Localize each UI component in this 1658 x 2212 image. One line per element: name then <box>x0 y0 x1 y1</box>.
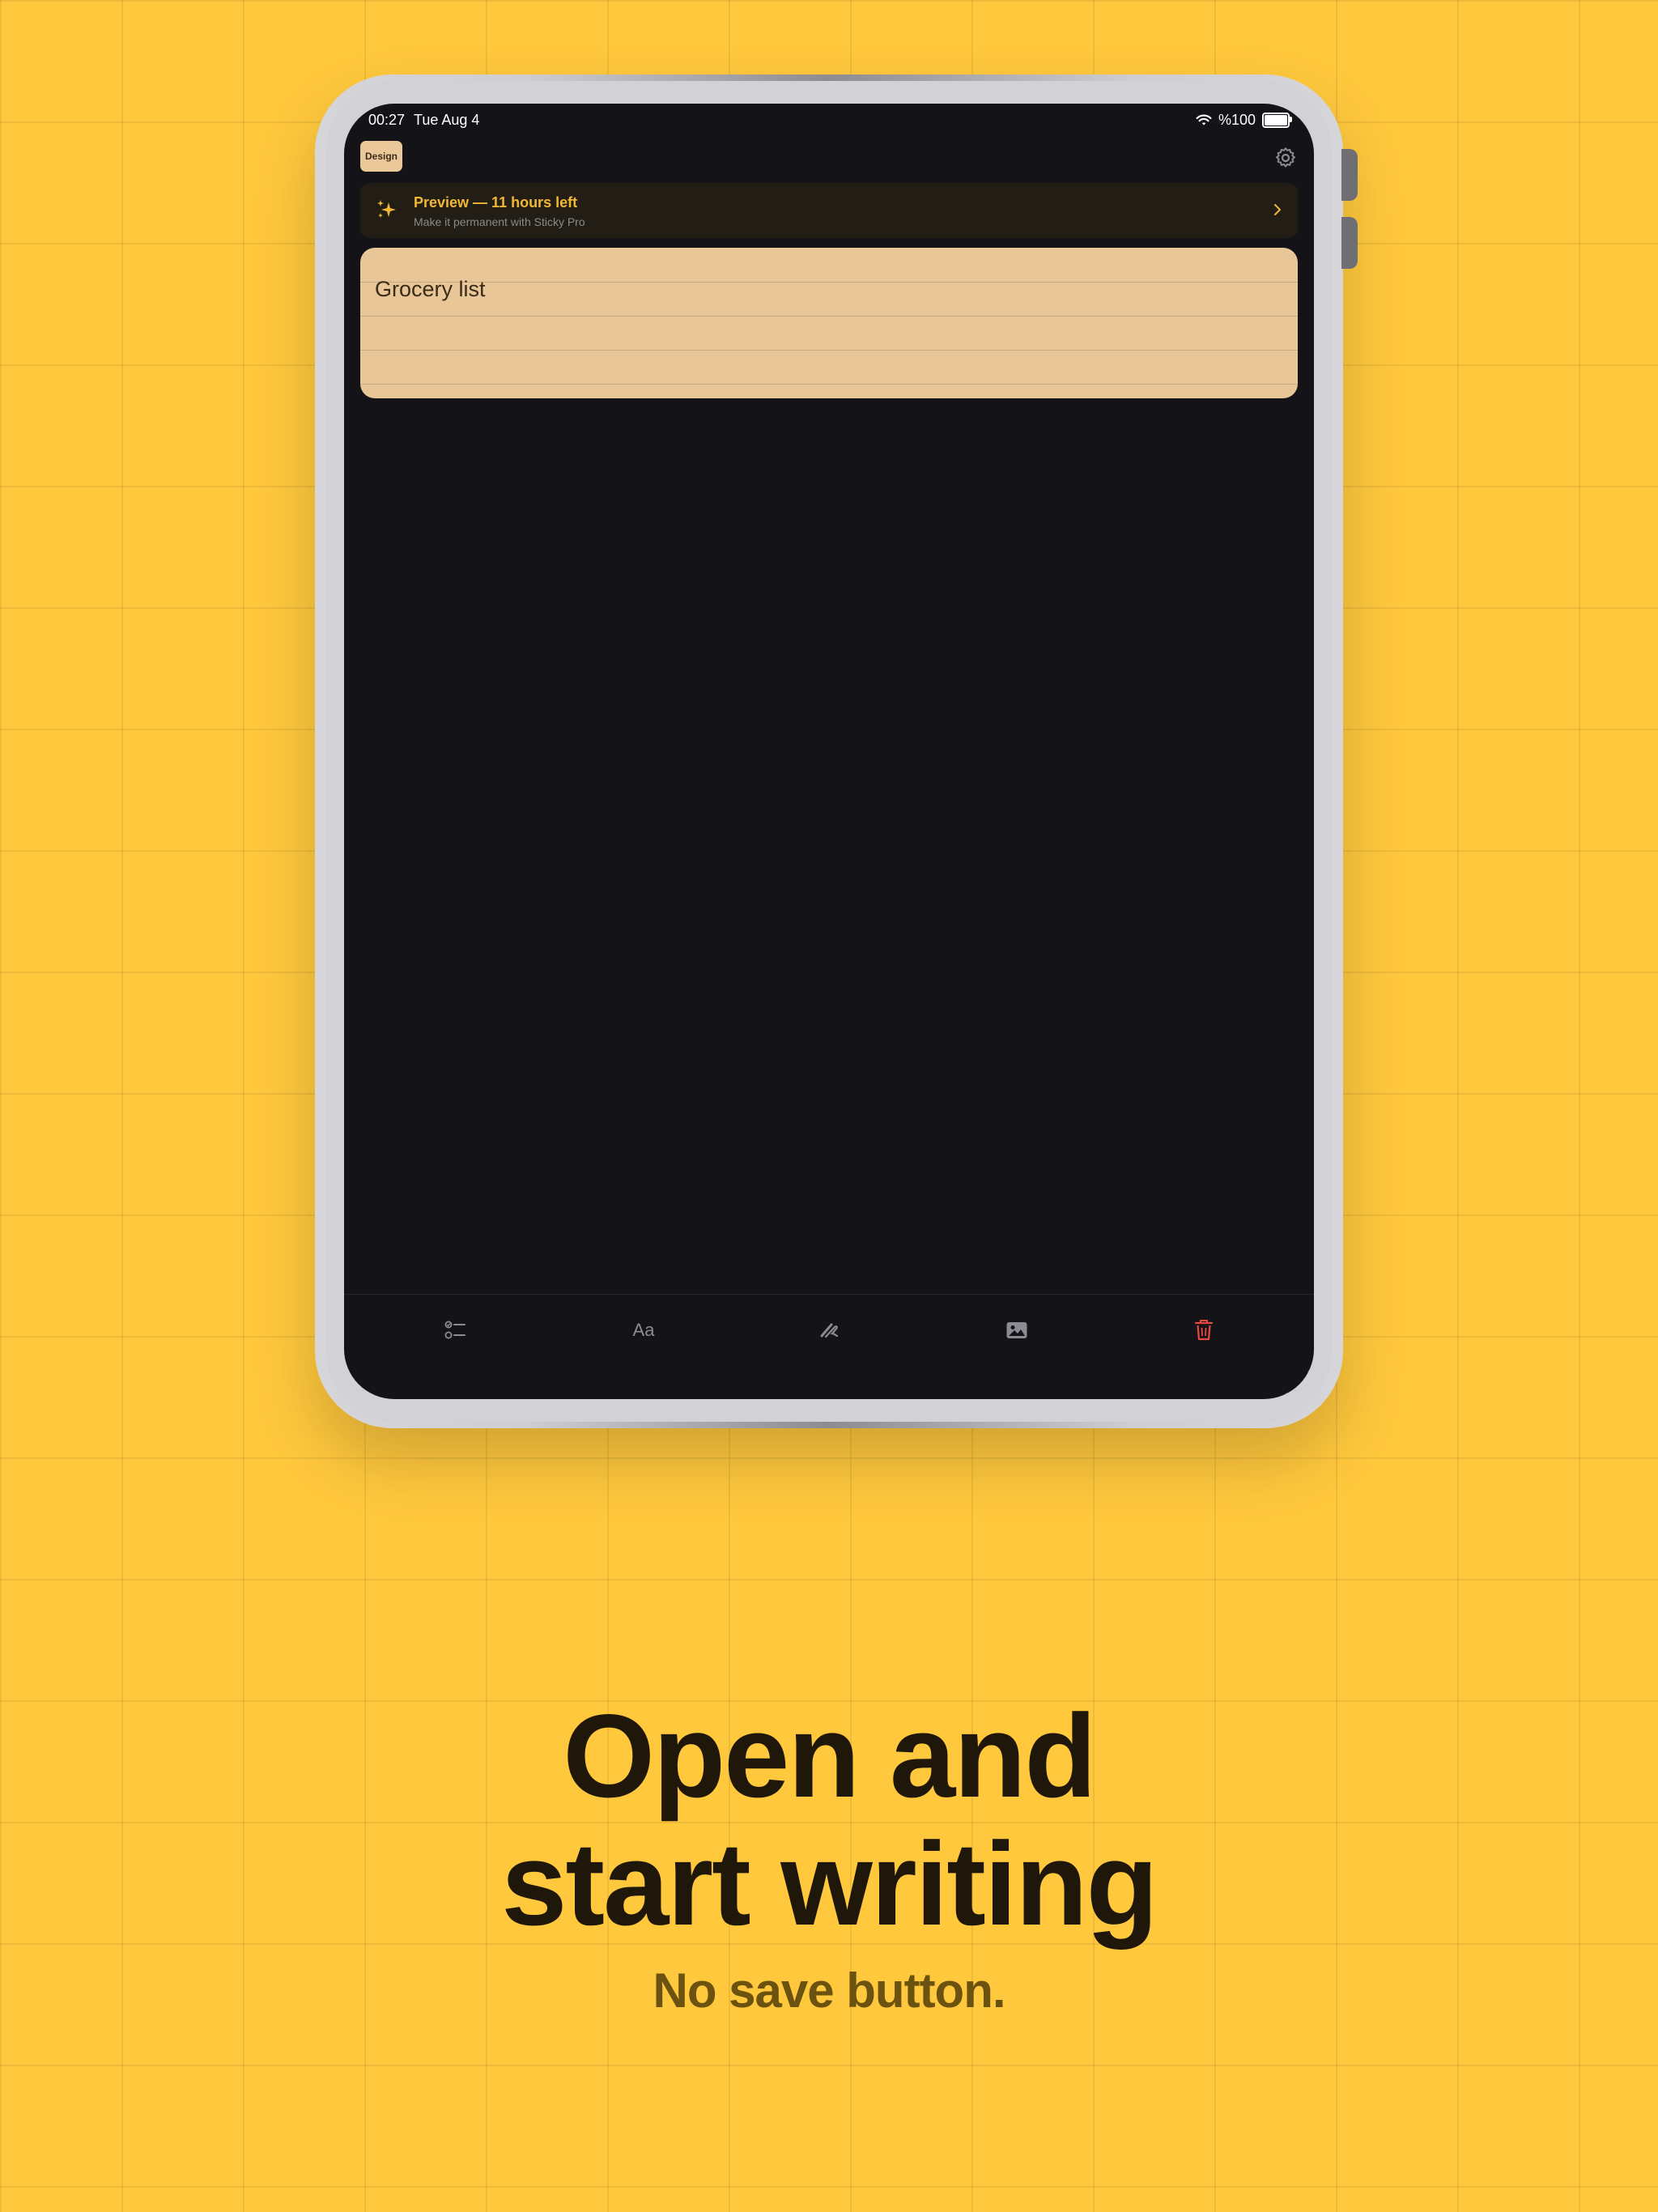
marketing-headline: Open and start writing <box>0 1692 1658 1948</box>
trash-icon[interactable] <box>1188 1314 1220 1346</box>
battery-icon <box>1262 113 1292 128</box>
status-bar: 00:27 Tue Aug 4 %100 <box>344 104 1314 160</box>
preview-banner[interactable]: Preview — 11 hours left Make it permanen… <box>360 183 1298 238</box>
bottom-toolbar: Aa <box>344 1294 1314 1399</box>
status-time: 00:27 <box>368 112 406 128</box>
headline-line-2: start writing <box>501 1818 1158 1950</box>
checklist-icon[interactable] <box>440 1314 472 1346</box>
text-format-icon[interactable]: Aa <box>627 1314 660 1346</box>
volume-down-button <box>1341 217 1358 269</box>
status-date: Tue Aug 4 <box>414 112 480 128</box>
app-screen: 00:27 Tue Aug 4 %100 Design Preview — 11… <box>344 104 1314 1399</box>
note-rule-line <box>360 282 1298 283</box>
ipad-frame: 00:27 Tue Aug 4 %100 Design Preview — 11… <box>315 74 1358 1428</box>
note-rule-line <box>360 316 1298 317</box>
draw-icon[interactable] <box>814 1314 846 1346</box>
banner-subtitle: Make it permanent with Sticky Pro <box>414 215 585 228</box>
banner-title: Preview — 11 hours left <box>414 194 578 211</box>
battery-percent: %100 <box>1218 112 1256 128</box>
headline-line-1: Open and <box>563 1690 1096 1822</box>
volume-up-button <box>1341 149 1358 201</box>
image-icon[interactable] <box>1001 1314 1033 1346</box>
category-tag[interactable]: Design <box>360 141 402 172</box>
status-right: %100 <box>1196 112 1292 129</box>
note-card[interactable]: Grocery list <box>360 248 1298 398</box>
resize-corner-icon <box>1285 1370 1311 1396</box>
note-rule-line <box>360 350 1298 351</box>
chevron-right-icon <box>1274 204 1281 215</box>
sparkles-icon <box>377 200 396 218</box>
wifi-icon <box>1196 114 1212 125</box>
note-rule-line <box>360 384 1298 385</box>
marketing-subheadline: No save button. <box>653 1963 1005 2018</box>
gear-icon[interactable] <box>1273 146 1298 170</box>
note-title[interactable]: Grocery list <box>375 277 486 302</box>
